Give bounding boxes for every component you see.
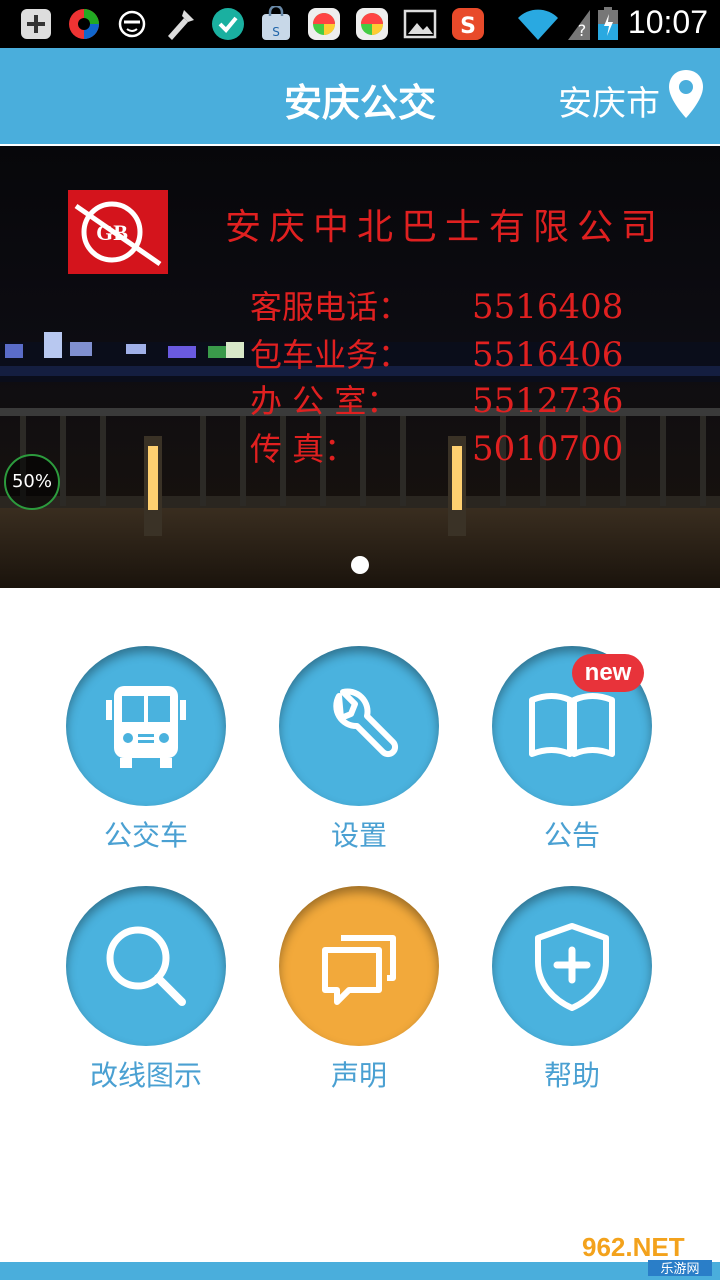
menu-item-statement[interactable]: 声明	[259, 886, 459, 1126]
menu-item-settings[interactable]: 设置	[259, 646, 459, 886]
menu-circle[interactable]	[492, 886, 652, 1046]
contact-line: 办 公 室： 5512736	[250, 381, 624, 421]
app-icon	[308, 8, 340, 40]
app-icon	[356, 8, 388, 40]
signal-icon: ?	[568, 10, 590, 40]
city-selector[interactable]: 安庆市	[558, 76, 660, 125]
menu-item-notice[interactable]: new 公告	[472, 646, 672, 886]
watermark-text: 962.NET	[582, 1232, 685, 1262]
menu-circle[interactable]	[279, 886, 439, 1046]
menu-circle[interactable]	[279, 646, 439, 806]
app-icon	[69, 9, 99, 39]
carousel-indicator-dot[interactable]	[351, 556, 369, 574]
add-icon	[21, 9, 51, 39]
check-icon	[212, 8, 244, 40]
company-name: 安庆中北巴士有限公司	[225, 207, 666, 248]
new-badge: new	[572, 654, 644, 692]
status-bar: S S ? 10:07	[0, 0, 720, 48]
menu-item-help[interactable]: 帮助	[472, 886, 672, 1126]
menu-circle[interactable]	[66, 886, 226, 1046]
chat-icon	[322, 935, 396, 1005]
menu-label: 改线图示	[89, 1059, 202, 1092]
banner-carousel[interactable]: GB 安庆中北巴士有限公司 客服电话： 5516408 包车业务： 5516406 …	[0, 146, 720, 588]
menu-item-route-change[interactable]: 改线图示	[46, 886, 246, 1126]
location-pin-icon[interactable]	[666, 68, 706, 120]
wrench-icon	[333, 688, 399, 758]
loading-percent-badge[interactable]: 50%	[4, 454, 60, 510]
app-icon: S	[452, 8, 484, 40]
search-icon	[106, 926, 186, 1006]
svg-text:GB: GB	[96, 220, 128, 245]
face-icon	[118, 10, 146, 38]
svg-text:S: S	[460, 14, 476, 39]
menu-circle[interactable]	[66, 646, 226, 806]
app-header: 安庆公交 安庆市	[0, 48, 720, 144]
menu-label: 声明	[330, 1059, 387, 1092]
svg-text:?: ?	[578, 21, 587, 40]
app-screen: S S ? 10:07 安庆公交 安庆市 GB 安庆中北巴士有限公司 客服电话：…	[0, 0, 720, 1280]
menu-label: 帮助	[543, 1059, 600, 1092]
menu-item-bus[interactable]: 公交车	[46, 646, 246, 886]
svg-text:S: S	[272, 25, 280, 39]
watermark-logo: 962.NET 乐游网	[582, 1232, 712, 1276]
contact-line: 客服电话： 5516408	[250, 287, 624, 327]
wifi-icon	[518, 9, 558, 40]
menu-label: 公交车	[103, 819, 188, 852]
shield-plus-icon	[535, 923, 609, 1011]
bus-icon	[106, 686, 186, 768]
menu-label: 设置	[330, 819, 387, 852]
tool-icon	[168, 10, 194, 40]
menu-label: 公告	[543, 819, 600, 852]
bag-icon: S	[262, 6, 290, 40]
image-icon	[403, 9, 437, 39]
clock: 10:07	[627, 4, 708, 40]
watermark-subtext: 乐游网	[660, 1262, 699, 1276]
contact-line: 传 真： 5010700	[250, 429, 624, 469]
contact-line: 包车业务： 5516406	[250, 335, 624, 375]
battery-icon	[598, 7, 618, 40]
